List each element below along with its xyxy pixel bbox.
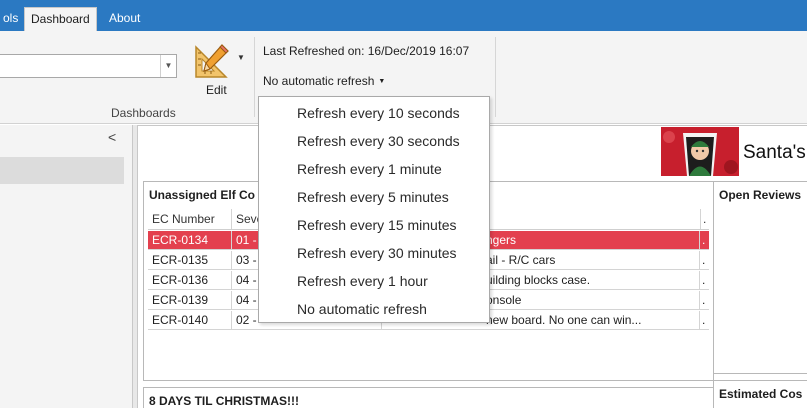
panel-title: Unassigned Elf Co: [149, 188, 256, 202]
ribbon-separator: [495, 37, 496, 117]
ec-number-cell: ECR-0139: [148, 291, 232, 309]
estimated-cost-panel: Estimated Cos: [713, 380, 807, 408]
santa-elf-image: [661, 127, 739, 176]
menu-item-refresh-30-minutes[interactable]: Refresh every 30 minutes: [297, 245, 457, 261]
auto-refresh-menu: Refresh every 10 seconds Refresh every 3…: [258, 96, 490, 323]
menu-item-no-automatic-refresh[interactable]: No automatic refresh: [297, 301, 427, 317]
ribbon-separator: [254, 37, 255, 117]
last-refreshed-text: Last Refreshed on: 16/Dec/2019 16:07: [263, 44, 470, 58]
trail-cell: .: [702, 293, 706, 307]
trail-cell: .: [702, 253, 706, 267]
menu-item-refresh-1-minute[interactable]: Refresh every 1 minute: [297, 161, 442, 177]
caret-down-icon: ▼: [378, 78, 386, 85]
menu-item-refresh-1-hour[interactable]: Refresh every 1 hour: [297, 273, 428, 289]
dashboard-selector[interactable]: ▼: [0, 54, 177, 78]
dashboard-title: Santa's: [743, 142, 806, 163]
navigation-panel: <: [0, 125, 133, 408]
column-header-ec-number[interactable]: EC Number: [148, 209, 232, 229]
elf-picture: [661, 127, 739, 176]
panel-title: Estimated Cos: [719, 387, 803, 401]
auto-refresh-dropdown[interactable]: No automatic refresh ▼: [263, 74, 385, 88]
ec-number-cell: ECR-0134: [148, 231, 232, 249]
trail-cell: .: [702, 233, 706, 247]
countdown-panel: 8 DAYS TIL CHRISTMAS!!!: [143, 387, 714, 408]
ec-number-cell: ECR-0135: [148, 251, 232, 269]
tab-dashboard[interactable]: Dashboard: [24, 7, 97, 31]
menu-bar: ols Dashboard About: [0, 0, 807, 31]
selected-nav-item[interactable]: [0, 157, 124, 184]
collapse-chevron-left-icon[interactable]: <: [108, 129, 116, 145]
edit-label: Edit: [206, 83, 227, 97]
open-reviews-panel: Open Reviews: [713, 181, 807, 374]
panel-title: Open Reviews: [719, 188, 802, 202]
trail-cell: .: [702, 313, 706, 327]
edit-ruler-pencil-icon: [195, 44, 229, 78]
tab-about[interactable]: About: [103, 7, 146, 31]
edit-button[interactable]: ▼ Edit: [188, 39, 250, 103]
ec-number-cell: ECR-0136: [148, 271, 232, 289]
auto-refresh-label: No automatic refresh: [263, 74, 375, 88]
menu-item-refresh-15-minutes[interactable]: Refresh every 15 minutes: [297, 217, 457, 233]
ec-number-cell: ECR-0140: [148, 311, 232, 329]
menu-item-refresh-5-minutes[interactable]: Refresh every 5 minutes: [297, 189, 449, 205]
countdown-title: 8 DAYS TIL CHRISTMAS!!!: [149, 394, 300, 408]
trail-cell: .: [702, 273, 706, 287]
chevron-down-icon[interactable]: ▼: [160, 55, 176, 77]
menu-item-refresh-30-seconds[interactable]: Refresh every 30 seconds: [297, 133, 460, 149]
column-header-extra[interactable]: .: [700, 209, 709, 229]
menu-item-refresh-10-seconds[interactable]: Refresh every 10 seconds: [297, 105, 460, 121]
ribbon-group-label: Dashboards: [111, 106, 176, 120]
dropdown-arrow-icon[interactable]: ▼: [237, 53, 245, 62]
tab-tools[interactable]: ols: [0, 7, 24, 31]
